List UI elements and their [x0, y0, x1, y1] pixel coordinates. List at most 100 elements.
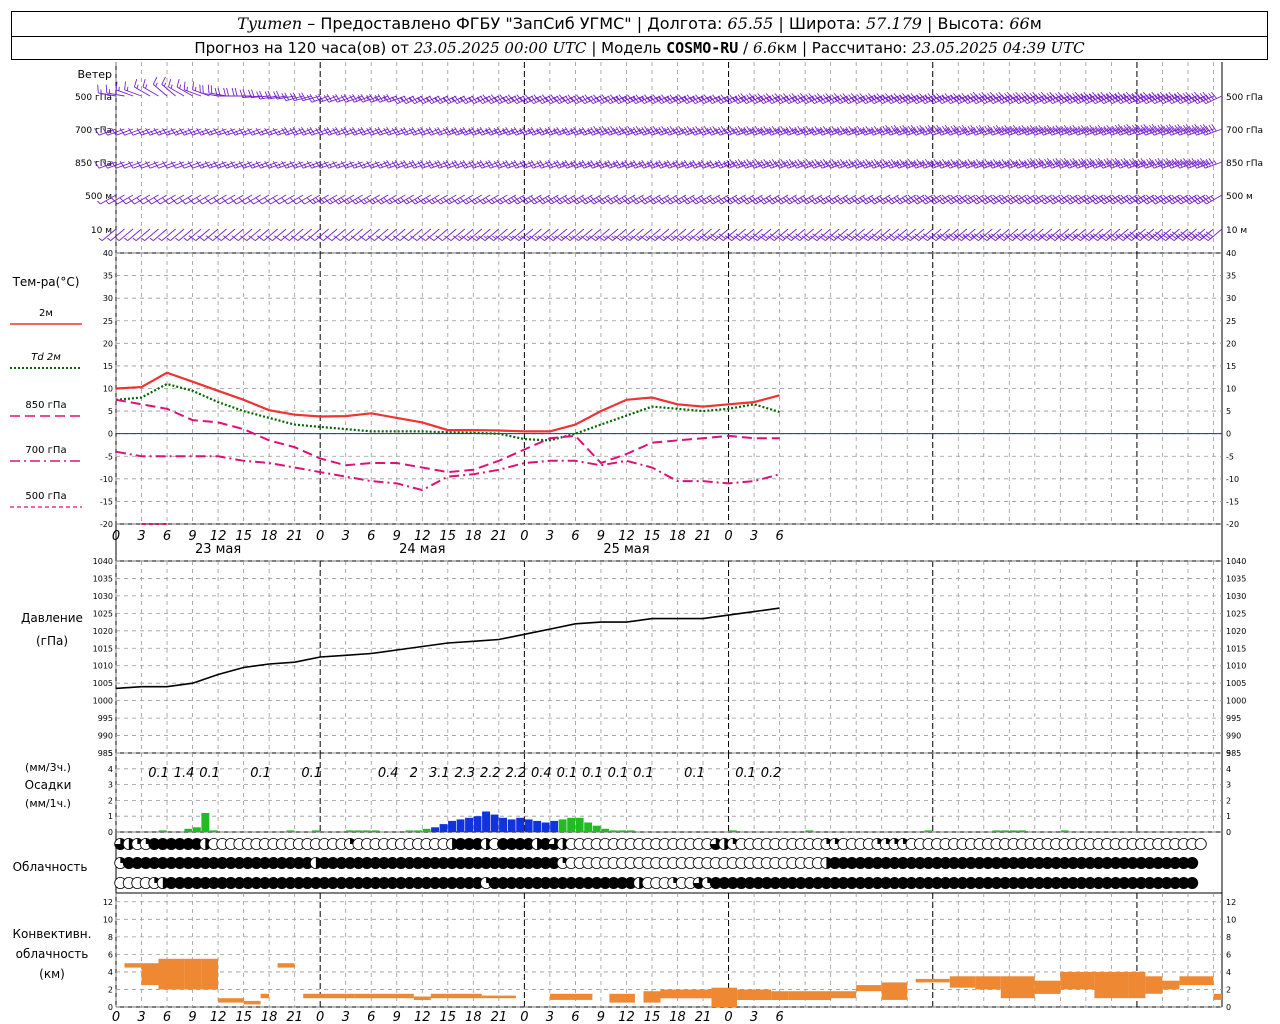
temp-ytick-right: 25 — [1226, 317, 1236, 326]
precip-bar — [533, 820, 542, 832]
precip-bar — [601, 828, 610, 832]
temp-ytick: -15 — [100, 497, 113, 506]
conv-cloud-bar — [660, 989, 712, 999]
conv-xtick: 9 — [393, 1010, 401, 1024]
temp-ytick: 10 — [103, 385, 113, 394]
prec-ytick: 1 — [108, 812, 113, 821]
wind-level-label: 500 м — [85, 192, 112, 202]
wind-level-label-right: 500 гПа — [1226, 93, 1263, 103]
temp-ytick: -5 — [105, 452, 113, 461]
prec-ytick: 2 — [108, 796, 113, 805]
temp-ytick-right: -15 — [1226, 497, 1239, 506]
conv-cloud-bar — [609, 993, 635, 1003]
temp-xtick: 18 — [669, 529, 686, 544]
temp-xtick: 18 — [465, 529, 482, 544]
pres-ytick-right: 1005 — [1226, 679, 1246, 688]
wind-level-label-right: 10 м — [1226, 226, 1247, 236]
conv-xtick: 3 — [750, 1010, 758, 1024]
precip-bar — [507, 819, 516, 832]
conv-cloud-bar — [856, 985, 882, 992]
precip-3h-label: 2.2 — [506, 766, 527, 781]
precip-bar — [158, 830, 167, 832]
cloud-cover-fill — [1186, 877, 1198, 889]
precip-bar — [516, 817, 525, 832]
wind-level-label: 700 гПа — [75, 126, 112, 136]
prec-ytick-right: 2 — [1226, 796, 1231, 805]
pres-ytick-right: 1025 — [1226, 609, 1246, 618]
precip-bar — [439, 824, 448, 832]
conv-xtick: 21 — [491, 1010, 508, 1024]
prec-ytick-right: 0 — [1226, 828, 1231, 837]
conv-cloud-bar — [184, 958, 202, 990]
conv-xtick: 15 — [644, 1010, 661, 1024]
conv-ytick: 12 — [103, 898, 113, 907]
pres-ytick: 1020 — [93, 627, 113, 636]
precip-bar — [431, 827, 439, 832]
temp-xtick: 21 — [286, 529, 303, 544]
precip-bar — [805, 830, 814, 832]
precip-bar — [584, 822, 593, 832]
conv-cloud-bar — [737, 989, 772, 1000]
wind-level-label: 850 гПа — [75, 159, 112, 169]
conv-xtick: 12 — [618, 1010, 635, 1024]
pres-ytick-right: 1010 — [1226, 662, 1246, 671]
legend-label: Td 2м — [31, 352, 61, 363]
legend-label: 700 гПа — [25, 445, 66, 456]
conv-cloud-bar — [643, 991, 661, 1003]
precip-bar — [286, 830, 295, 832]
temp-ytick-right: -5 — [1226, 452, 1234, 461]
precip-bar — [371, 830, 380, 832]
conv-cloud-bar — [201, 958, 219, 990]
temp-xtick: 6 — [163, 529, 171, 544]
conv-ytick: 6 — [108, 950, 113, 959]
conv-ytick: 10 — [103, 915, 113, 924]
conv-xtick: 3 — [137, 1010, 145, 1024]
precip-bar — [592, 825, 601, 832]
temp-ytick-right: 15 — [1226, 362, 1236, 371]
temp-ytick: 5 — [108, 407, 113, 416]
precip-bar — [201, 813, 210, 832]
conv-cloud-bar — [277, 963, 295, 968]
precip-bar — [524, 819, 533, 832]
precip-3h-label: 0.4 — [531, 766, 552, 781]
conv-xtick: 0 — [112, 1010, 120, 1024]
precip-3h-label: 0.1 — [199, 766, 220, 781]
precip-bar — [490, 814, 499, 832]
pres-ytick-right: 1030 — [1226, 592, 1246, 601]
conv-cloud-bar — [711, 987, 737, 1007]
conv-title2: облачность — [16, 947, 89, 961]
prec-ytick-right: 5 — [1226, 749, 1231, 758]
precip-bar — [1001, 830, 1009, 832]
prec-ytick: 5 — [108, 749, 113, 758]
temp-ytick: 25 — [103, 317, 113, 326]
temp-xtick: 18 — [261, 529, 278, 544]
wind-title: Ветер — [78, 68, 112, 81]
conv-cloud-bar — [1128, 971, 1146, 999]
wind-barb — [168, 78, 185, 97]
precip-bar — [618, 830, 627, 832]
conv-ytick-right: 2 — [1226, 985, 1231, 994]
precip-bar — [558, 819, 567, 832]
conv-cloud-bar — [1179, 976, 1214, 986]
temp-ytick: 15 — [103, 362, 113, 371]
prec-ytick-right: 3 — [1226, 781, 1231, 790]
precip-3h-label: 2.2 — [480, 766, 501, 781]
conv-ytick-right: 12 — [1226, 898, 1236, 907]
cloud-cover-fill — [1186, 857, 1198, 869]
conv-xtick: 6 — [775, 1010, 783, 1024]
temp-ytick: -20 — [100, 520, 113, 529]
conv-ytick-right: 6 — [1226, 950, 1231, 959]
pres-title: Давление — [21, 611, 83, 625]
precip-bar — [363, 830, 371, 832]
cloud-cover-symbol — [1194, 838, 1207, 851]
conv-xtick: 0 — [724, 1010, 732, 1024]
precip-bar — [414, 830, 422, 832]
prec-ytick-right: 4 — [1226, 765, 1231, 774]
conv-cloud-bar — [949, 976, 976, 988]
pres-unit: (гПа) — [36, 634, 68, 648]
temp-xtick: 0 — [316, 529, 324, 544]
precip-3h-label: 0.1 — [301, 766, 322, 781]
conv-cloud-bar — [1000, 976, 1035, 999]
conv-cloud-bar — [915, 978, 950, 983]
conv-xtick: 15 — [440, 1010, 457, 1024]
